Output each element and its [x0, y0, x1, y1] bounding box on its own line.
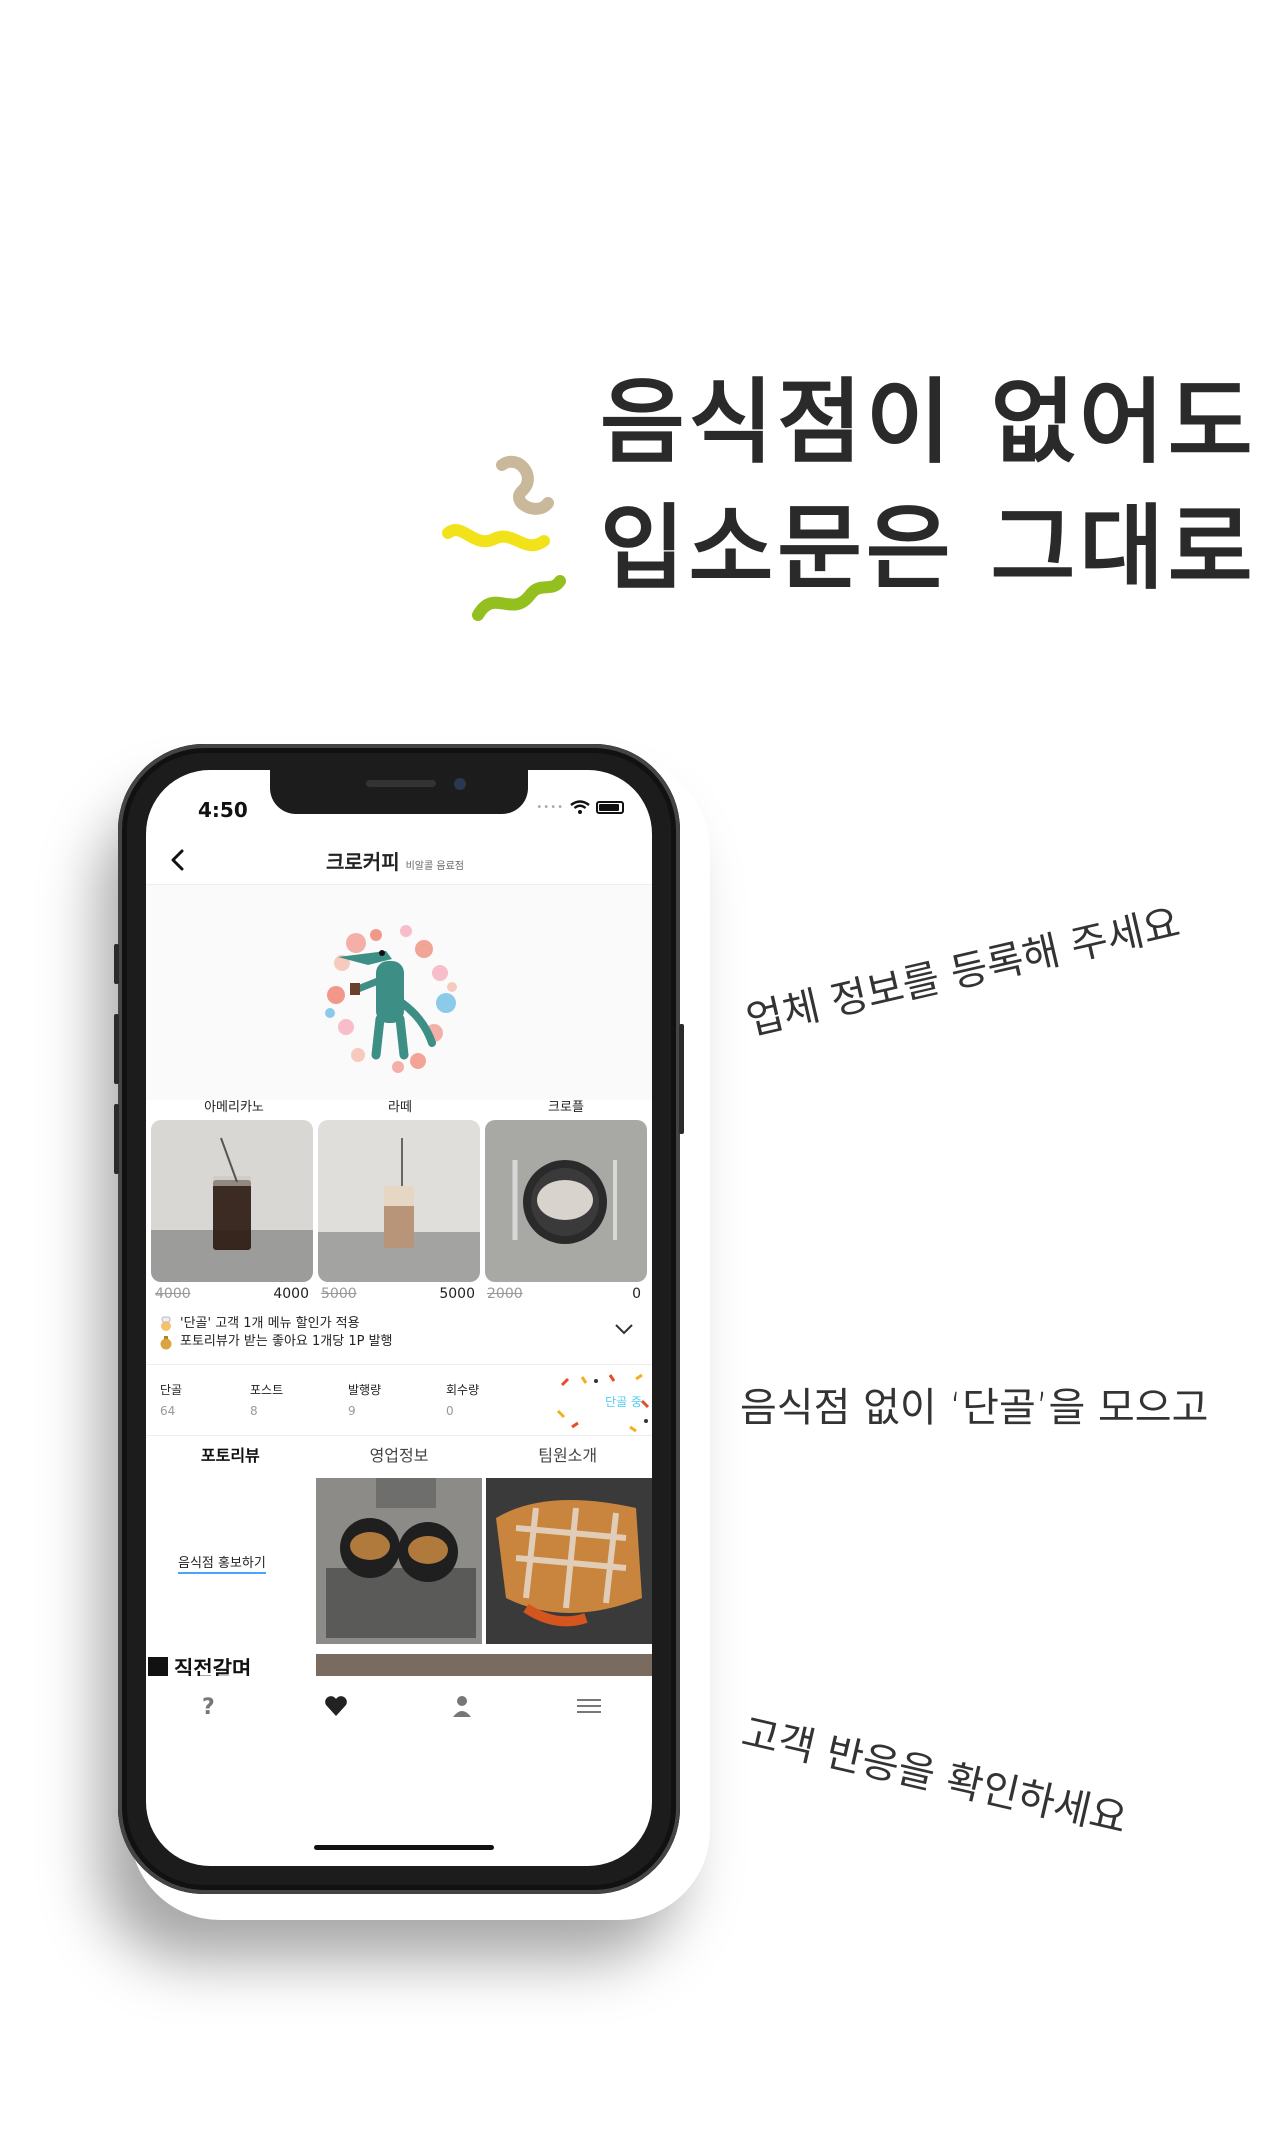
photo-review-gallery: 음식점 홍보하기	[146, 1478, 652, 1648]
svg-text:?: ?	[202, 1695, 215, 1718]
tab-menu[interactable]	[526, 1676, 653, 1736]
stat-collected: 회수량 0	[446, 1383, 480, 1418]
volume-down-button	[114, 1104, 119, 1174]
caption-gather: 음식점 없이 ‘단골’을 모으고	[740, 1385, 1209, 1431]
bottom-tab-bar: ?	[146, 1676, 652, 1736]
product-old-price: 4000	[155, 1286, 191, 1302]
stat-issued: 발행량 9	[348, 1383, 382, 1418]
store-category: 비알콜 음료점	[405, 861, 464, 872]
person-icon	[453, 1696, 472, 1717]
product-image-croffle[interactable]	[485, 1120, 647, 1282]
status-icons: ••••	[536, 800, 624, 814]
product-image-americano[interactable]	[151, 1120, 313, 1282]
nav-title: 크로커피 비알콜 음료점	[326, 846, 464, 875]
store-name: 크로커피	[326, 850, 400, 874]
stat-dangol: 단골 64	[160, 1383, 183, 1418]
caption-check: 고객 반응을 확인하세요	[737, 1709, 1132, 1844]
home-indicator	[314, 1845, 494, 1850]
review-photo-strip	[316, 1654, 652, 1676]
status-time: 4:50	[198, 798, 248, 822]
benefit-discount: '단골' 고객 1개 메뉴 할인가 적용	[180, 1316, 360, 1331]
nav-bar: 크로커피 비알콜 음료점	[146, 838, 652, 885]
notch	[270, 770, 528, 814]
speaker	[366, 780, 436, 787]
signal-icon: ••••	[536, 801, 564, 813]
tab-team[interactable]: 팀원소개	[483, 1436, 652, 1476]
chef-icon	[161, 1316, 171, 1331]
mascot-illustration	[325, 925, 457, 1073]
tab-profile[interactable]	[399, 1676, 526, 1736]
wifi-icon	[570, 800, 590, 814]
mute-switch	[114, 944, 119, 984]
menu-icon	[576, 1699, 601, 1713]
back-icon[interactable]	[166, 846, 190, 874]
product-name: 아메리카노	[204, 1100, 264, 1115]
store-stats: 단골 64 포스트 8 발행량 9 회수량 0 단골 중	[146, 1364, 652, 1436]
product-price: 5000	[439, 1286, 475, 1302]
product-price: 4000	[273, 1286, 309, 1302]
caption-register: 업체 정보를 등록해 주세요	[742, 900, 1185, 1045]
power-button	[679, 1024, 684, 1134]
product-price: 0	[632, 1286, 641, 1302]
volume-up-button	[114, 1014, 119, 1084]
phone-screen: 4:50 •••• 크로커피 비알콜 음료점 아메리카노 라떼 크로플 4000…	[146, 770, 652, 1866]
benefits-info: '단골' 고객 1개 메뉴 할인가 적용 포토리뷰가 받는 좋아요 1개당 1P…	[158, 1315, 638, 1351]
review-photo[interactable]	[486, 1478, 652, 1644]
product-old-price: 5000	[321, 1286, 357, 1302]
store-hero	[146, 885, 652, 1100]
phone-frame: 4:50 •••• 크로커피 비알콜 음료점 아메리카노 라떼 크로플 4000…	[114, 744, 684, 1894]
heart-icon	[324, 1696, 347, 1716]
headline: 음식점이 없어도 입소문은 그대로	[600, 360, 1257, 612]
review-photo[interactable]	[316, 1478, 482, 1644]
stat-posts: 포스트 8	[250, 1383, 284, 1418]
product-name: 라떼	[388, 1100, 412, 1115]
tab-business-info[interactable]: 영업정보	[315, 1436, 484, 1476]
tab-help[interactable]: ?	[146, 1676, 273, 1736]
headline-line-1: 음식점이 없어도	[600, 369, 1257, 476]
content-tabs: 포토리뷰 영업정보 팀원소개	[146, 1436, 652, 1476]
front-camera	[454, 778, 466, 790]
tab-favorites[interactable]	[273, 1676, 400, 1736]
product-image-latte[interactable]	[318, 1120, 480, 1282]
tab-photo-review[interactable]: 포토리뷰	[146, 1436, 315, 1476]
benefit-points: 포토리뷰가 받는 좋아요 1개당 1P 발행	[180, 1334, 393, 1349]
product-old-price: 2000	[487, 1286, 523, 1302]
product-name: 크로플	[548, 1100, 584, 1115]
money-bag-icon	[160, 1336, 172, 1350]
dangol-badge[interactable]: 단골 중	[605, 1393, 642, 1410]
question-icon: ?	[202, 1695, 215, 1718]
squiggle-decoration	[442, 455, 566, 621]
promote-store-link[interactable]: 음식점 홍보하기	[178, 1552, 266, 1574]
product-list: 아메리카노 라떼 크로플 4000 4000 5000 5000 2000 0	[151, 1096, 651, 1302]
battery-icon	[596, 800, 624, 814]
chevron-down-icon[interactable]	[614, 1322, 634, 1336]
headline-line-2: 입소문은 그대로	[600, 495, 1257, 602]
